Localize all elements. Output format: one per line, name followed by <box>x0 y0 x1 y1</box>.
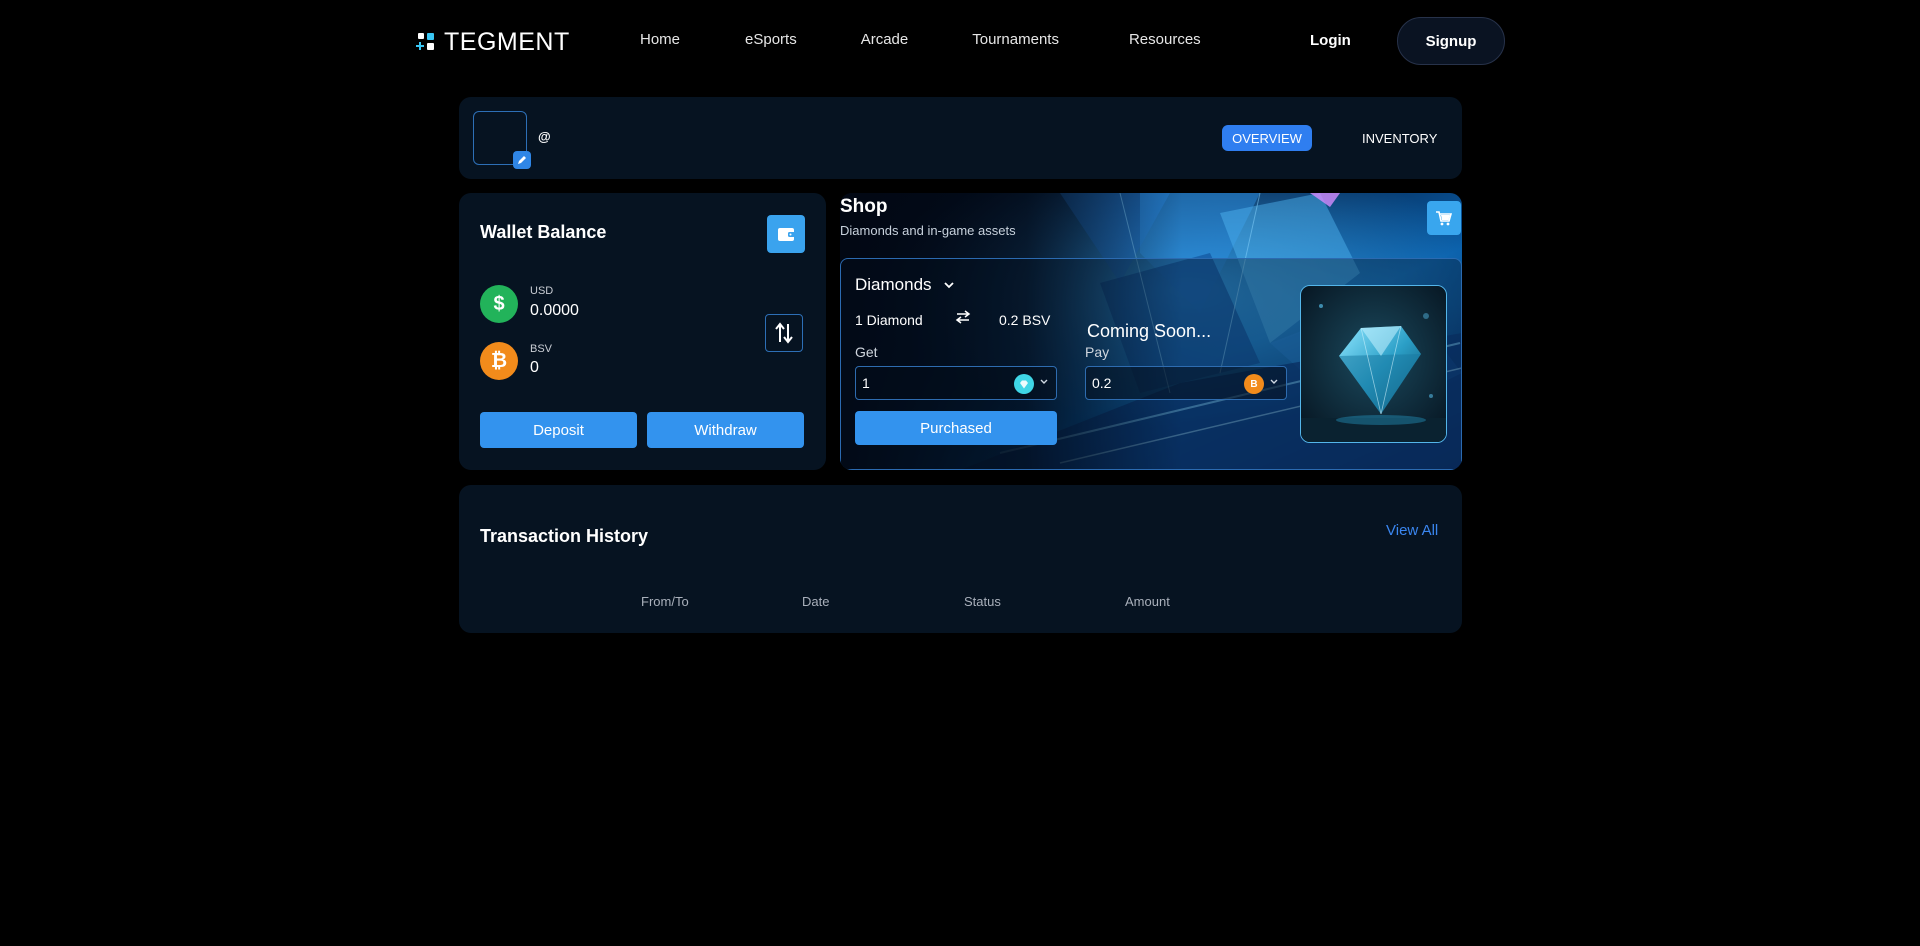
coming-soon-label: Coming Soon... <box>1087 321 1212 341</box>
diamond-product-image[interactable] <box>1300 285 1447 443</box>
nav-links: Home eSports Arcade Tournaments Resource… <box>640 30 1201 50</box>
rate-to: 0.2 BSV <box>999 312 1051 328</box>
signup-button[interactable]: Signup <box>1397 17 1505 65</box>
column-header-status: Status <box>964 594 1001 609</box>
transaction-history-title: Transaction History <box>480 526 649 546</box>
nav-link-tournaments[interactable]: Tournaments <box>972 30 1059 50</box>
tab-inventory[interactable]: INVENTORY <box>1362 125 1437 151</box>
tab-overview[interactable]: OVERVIEW <box>1222 125 1312 151</box>
avatar[interactable] <box>473 111 531 169</box>
shop-subtitle: Diamonds and in-game assets <box>840 223 1016 238</box>
view-all-link[interactable]: View All <box>1386 522 1438 539</box>
nav-link-home[interactable]: Home <box>640 30 680 50</box>
chevron-down-icon[interactable] <box>1040 379 1048 385</box>
withdraw-button[interactable]: Withdraw <box>647 412 804 448</box>
get-label: Get <box>855 344 878 360</box>
column-header-from-to: From/To <box>641 594 689 609</box>
wallet-icon[interactable] <box>767 215 805 253</box>
wallet-title: Wallet Balance <box>480 222 607 242</box>
bsv-label: BSV <box>530 343 553 355</box>
exchange-arrows-icon <box>955 310 971 324</box>
bsv-coin-icon: B <box>1244 374 1264 394</box>
column-header-date: Date <box>802 594 830 609</box>
diamond-purchase-panel: Diamonds 1 Diamond 0.2 BSV Coming Soon..… <box>840 258 1462 470</box>
top-navigation: TEGMENT Home eSports Arcade Tournaments … <box>0 0 1920 84</box>
profile-bar: @ OVERVIEW INVENTORY <box>459 97 1462 179</box>
transaction-history-card: Transaction History View All From/To Dat… <box>459 485 1462 633</box>
rate-from: 1 Diamond <box>855 312 923 328</box>
nav-link-resources[interactable]: Resources <box>1129 30 1201 50</box>
nav-link-arcade[interactable]: Arcade <box>861 30 909 50</box>
wallet-card: Wallet Balance $ USD 0.0000 ₿ BSV 0 Depo… <box>459 193 826 470</box>
get-amount-value: 1 <box>862 375 870 391</box>
chevron-down-icon[interactable] <box>1270 379 1278 385</box>
asset-dropdown[interactable]: Diamonds <box>855 275 954 295</box>
diamond-coin-icon <box>1014 374 1034 394</box>
nav-link-esports[interactable]: eSports <box>745 30 797 50</box>
swap-vertical-icon[interactable] <box>765 314 803 352</box>
cart-icon[interactable] <box>1427 201 1461 235</box>
deposit-button[interactable]: Deposit <box>480 412 637 448</box>
asset-dropdown-value: Diamonds <box>855 275 932 294</box>
usd-balance: 0.0000 <box>530 302 579 319</box>
pay-amount-value: 0.2 <box>1092 375 1112 391</box>
chevron-down-icon <box>943 281 954 288</box>
bsv-balance: 0 <box>530 359 539 376</box>
purchased-button[interactable]: Purchased <box>855 411 1057 445</box>
shop-card: Shop Diamonds and in-game assets Diamond… <box>840 193 1462 470</box>
usd-label: USD <box>530 285 554 297</box>
pencil-icon[interactable] <box>513 151 531 169</box>
login-button[interactable]: Login <box>1310 30 1351 52</box>
pay-amount-input[interactable]: 0.2 B <box>1085 366 1287 400</box>
brand-name: TEGMENT <box>444 28 570 56</box>
column-header-amount: Amount <box>1125 594 1170 609</box>
bsv-coin-icon: ₿ <box>480 342 518 380</box>
shop-title: Shop <box>840 196 888 217</box>
logo-mark-icon <box>416 32 436 52</box>
pay-label: Pay <box>1085 344 1110 360</box>
get-amount-input[interactable]: 1 <box>855 366 1057 400</box>
usd-coin-icon: $ <box>480 285 518 323</box>
brand-logo[interactable]: TEGMENT <box>416 28 570 56</box>
user-handle: @ <box>538 129 551 144</box>
